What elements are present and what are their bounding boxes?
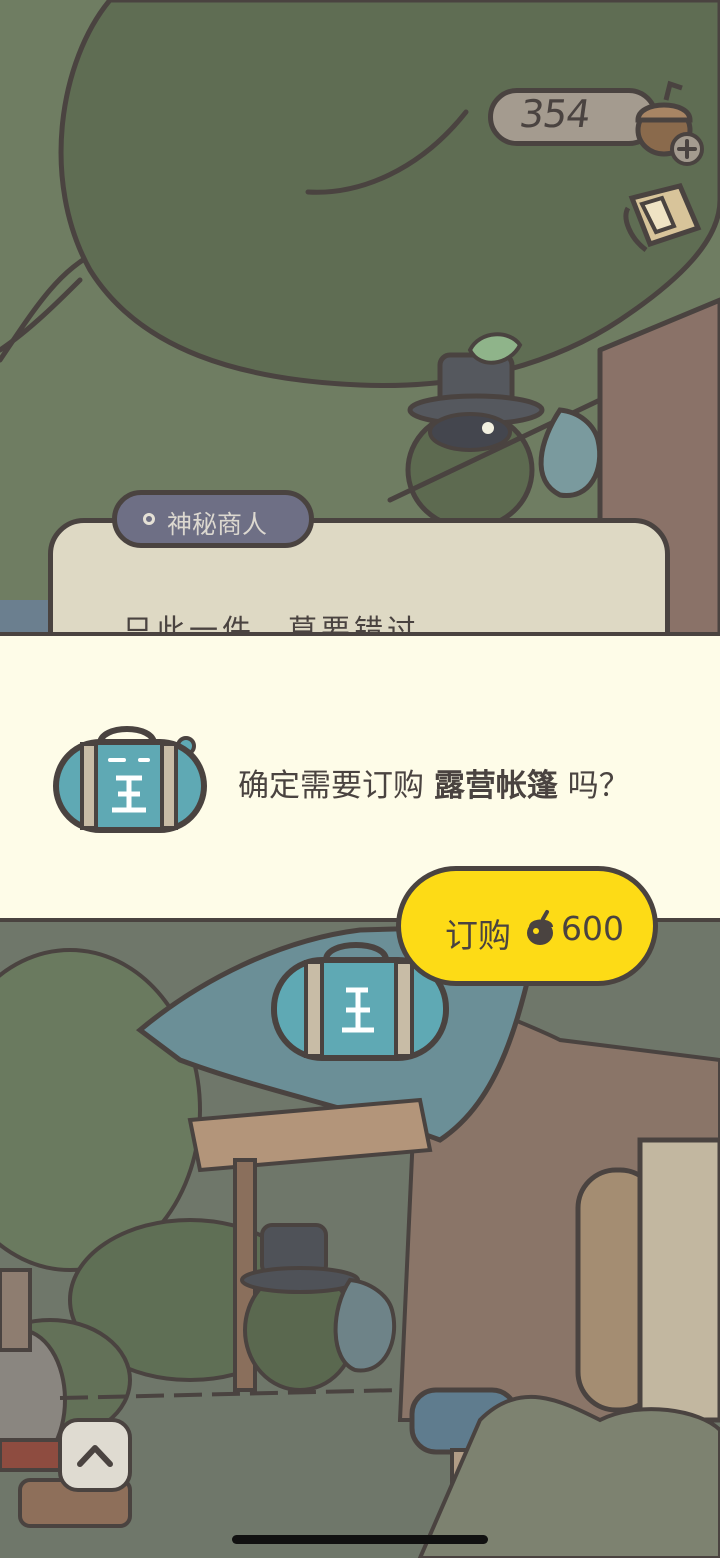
plus-icon (677, 139, 697, 159)
acorn-icon (527, 910, 553, 945)
item-name: 露营帐篷 (433, 768, 558, 804)
home-indicator[interactable] (232, 1535, 488, 1544)
order-button-label: 订购 (445, 916, 511, 955)
chevron-up-icon (77, 1445, 113, 1467)
order-price: 600 (561, 909, 624, 948)
merchant-name: 神秘商人 (167, 510, 268, 539)
merchant-name-tag: 神秘商人 (112, 490, 314, 548)
tag-dot-icon (143, 513, 155, 525)
expand-up-button[interactable] (58, 1418, 132, 1492)
duffel-bag-icon (53, 726, 207, 833)
add-currency-button[interactable] (670, 132, 704, 166)
confirm-suffix: 吗？ (567, 768, 630, 804)
currency-amount: 354 (516, 92, 593, 136)
notebook-icon[interactable] (620, 178, 708, 260)
confirm-question: 确定需要订购 露营帐篷 吗？ (238, 760, 630, 805)
order-button[interactable]: 订购 600 (396, 866, 658, 986)
confirm-prefix: 确定需要订购 (238, 768, 424, 804)
